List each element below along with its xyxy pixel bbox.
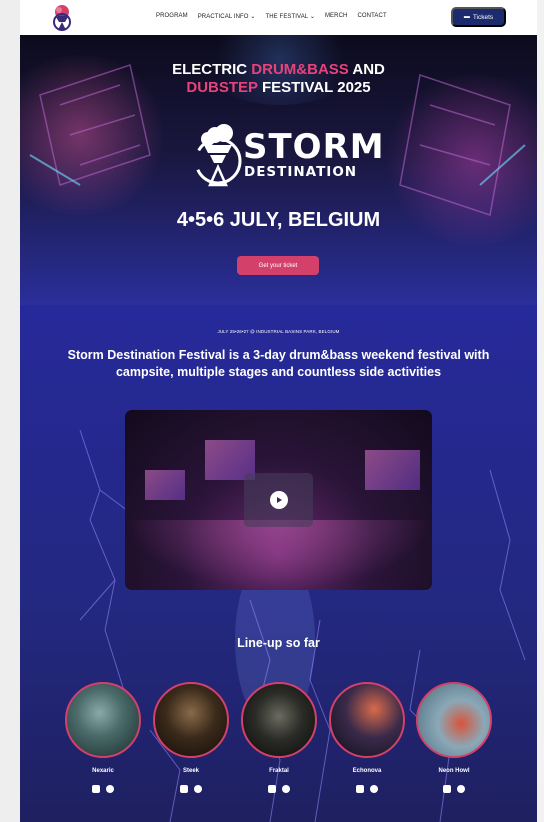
- nav-merch[interactable]: MERCH: [325, 13, 348, 20]
- artist-card[interactable]: Fraktal: [241, 682, 317, 793]
- artist-socials: [153, 785, 229, 793]
- intro-headline: Storm Destination Festival is a 3-day dr…: [67, 348, 490, 379]
- nav-the-festival-label: THE FESTIVAL: [265, 14, 309, 20]
- hero-title-part2: AND: [348, 61, 385, 78]
- chevron-down-icon: ⌄: [250, 14, 256, 20]
- nav-program[interactable]: PROGRAM: [156, 13, 188, 20]
- get-ticket-button[interactable]: Get your ticket: [237, 256, 319, 275]
- artist-socials: [416, 785, 492, 793]
- logo-word-storm: STORM: [243, 127, 385, 167]
- tickets-button[interactable]: ▬ Tickets: [451, 7, 506, 27]
- hero-title-pink2: DUBSTEP: [186, 79, 258, 96]
- artist-photo: [329, 682, 405, 758]
- tickets-button-label: Tickets: [472, 13, 494, 21]
- artist-socials: [241, 785, 317, 793]
- artist-photo: [241, 682, 317, 758]
- stage-screen-graphic: [145, 470, 185, 500]
- nav-practical-info-label: PRACTICAL INFO: [197, 14, 249, 20]
- artist-name: Neon Howl: [438, 768, 470, 774]
- spotify-icon[interactable]: [457, 785, 465, 793]
- artist-photo: [153, 682, 229, 758]
- spotify-icon[interactable]: [370, 785, 378, 793]
- artist-name: Fraktal: [269, 768, 289, 774]
- page: PROGRAM PRACTICAL INFO ⌄ THE FESTIVAL ⌄ …: [20, 0, 537, 822]
- hero-title: ELECTRIC DRUM&BASS AND DUBSTEP FESTIVAL …: [20, 61, 537, 97]
- artist-card[interactable]: Nexaric: [65, 682, 141, 793]
- spotify-icon[interactable]: [194, 785, 202, 793]
- apple-music-icon[interactable]: [92, 785, 100, 793]
- artist-photo: [416, 682, 492, 758]
- hero-title-pink1: DRUM&BASS: [251, 61, 349, 78]
- festival-logo-icon[interactable]: [50, 4, 74, 31]
- hero-title-part1: ELECTRIC: [172, 61, 252, 78]
- hero-title-part3: FESTIVAL 2025: [257, 79, 371, 96]
- artist-photo: [65, 682, 141, 758]
- nav-practical-info[interactable]: PRACTICAL INFO ⌄: [198, 13, 256, 20]
- hero-section: ELECTRIC DRUM&BASS AND DUBSTEP FESTIVAL …: [20, 35, 537, 305]
- lineup-title: Line-up so far: [237, 636, 320, 650]
- logo-word-destination: DESTINATION: [244, 164, 358, 180]
- festival-dates: 4•5•6 JULY, BELGIUM: [176, 209, 381, 231]
- artist-card[interactable]: Steek: [153, 682, 229, 793]
- artist-name: Echonova: [352, 768, 382, 774]
- nav-links: PROGRAM PRACTICAL INFO ⌄ THE FESTIVAL ⌄ …: [156, 13, 387, 20]
- apple-music-icon[interactable]: [180, 785, 188, 793]
- artist-socials: [329, 785, 405, 793]
- apple-music-icon[interactable]: [356, 785, 364, 793]
- artist-name: Steek: [182, 768, 199, 774]
- ticket-icon: ▬: [463, 14, 470, 20]
- festival-location-line: JULY 25•26•27 @ INDUSTRIAL BASINS PARK, …: [217, 329, 340, 334]
- play-button[interactable]: [269, 491, 288, 509]
- page-edge: [537, 0, 544, 822]
- artist-name: Nexaric: [92, 768, 114, 774]
- stage-screen-graphic: [365, 450, 420, 490]
- chevron-down-icon: ⌄: [309, 14, 315, 20]
- spotify-icon[interactable]: [282, 785, 290, 793]
- artist-card[interactable]: Neon Howl: [416, 682, 492, 793]
- spotify-icon[interactable]: [106, 785, 114, 793]
- artist-socials: [65, 785, 141, 793]
- apple-music-icon[interactable]: [268, 785, 276, 793]
- play-button-overlay[interactable]: [244, 473, 313, 527]
- top-nav: PROGRAM PRACTICAL INFO ⌄ THE FESTIVAL ⌄ …: [20, 0, 537, 35]
- crowd-glow-graphic: [125, 520, 432, 590]
- nav-the-festival[interactable]: THE FESTIVAL ⌄: [265, 13, 314, 20]
- apple-music-icon[interactable]: [443, 785, 451, 793]
- play-icon: [276, 497, 282, 503]
- artist-card[interactable]: Echonova: [329, 682, 405, 793]
- nav-contact[interactable]: CONTACT: [357, 13, 386, 20]
